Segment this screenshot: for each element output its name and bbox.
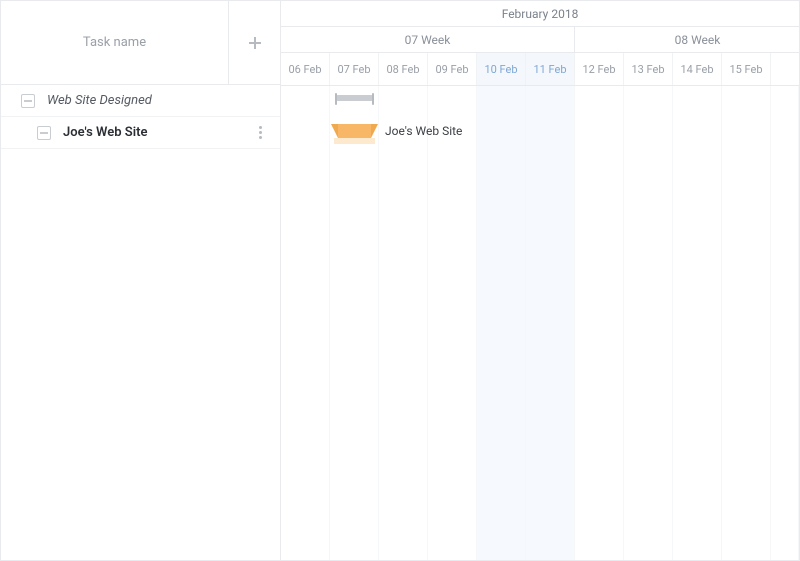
minus-icon	[40, 132, 48, 134]
timeline-day-cell: 14 Feb	[673, 53, 722, 85]
task-bar-body	[338, 124, 371, 138]
task-row-list: Web Site Designed Joe's Web Site	[1, 85, 280, 560]
timeline-grid	[281, 86, 799, 560]
timeline-grid-col	[281, 86, 330, 560]
timeline-day-cell: 15 Feb	[722, 53, 771, 85]
timeline-grid-col	[624, 86, 673, 560]
task-row[interactable]: Web Site Designed	[1, 85, 280, 117]
gantt-app: Task name Web Site Designed Joe's Web Si…	[0, 0, 800, 561]
collapse-toggle[interactable]	[21, 94, 35, 108]
timeline-week-cell: 07 Week	[281, 27, 575, 52]
timeline-grid-col	[477, 86, 526, 560]
timeline-day-cell: 13 Feb	[624, 53, 673, 85]
timeline-panel: February 2018 07 Week08 Week 06 Feb07 Fe…	[281, 1, 799, 560]
timeline-grid-col	[771, 86, 799, 560]
task-name-label: Joe's Web Site	[63, 125, 250, 140]
dots-vertical-icon	[259, 125, 262, 140]
add-task-button[interactable]	[228, 1, 280, 84]
timeline-grid-col	[428, 86, 477, 560]
timeline-month-label: February 2018	[281, 1, 799, 27]
gantt-rows: Joe's Web Site	[281, 86, 799, 150]
timeline-day-cell: 07 Feb	[330, 53, 379, 85]
minus-icon	[24, 100, 32, 102]
timeline-grid-col	[330, 86, 379, 560]
timeline-week-row: 07 Week08 Week	[281, 27, 799, 53]
task-row-menu-button[interactable]	[250, 125, 270, 140]
gantt-row: Joe's Web Site	[281, 118, 799, 150]
task-bar[interactable]: Joe's Web Site	[338, 124, 371, 144]
timeline-grid-col	[722, 86, 771, 560]
timeline-grid-col	[673, 86, 722, 560]
plus-icon	[247, 35, 263, 51]
timeline-day-cell: 08 Feb	[379, 53, 428, 85]
timeline-header: February 2018 07 Week08 Week 06 Feb07 Fe…	[281, 1, 799, 86]
collapse-toggle[interactable]	[37, 126, 51, 140]
timeline-body[interactable]: Joe's Web Site	[281, 86, 799, 560]
timeline-grid-col	[379, 86, 428, 560]
timeline-day-cell: 11 Feb	[526, 53, 575, 85]
task-bar-shadow	[334, 138, 375, 144]
timeline-grid-col	[575, 86, 624, 560]
task-bar-label: Joe's Web Site	[385, 124, 462, 138]
gantt-row	[281, 86, 799, 118]
sidebar-header: Task name	[1, 1, 280, 85]
timeline-grid-col	[526, 86, 575, 560]
summary-bar[interactable]	[336, 95, 373, 101]
timeline-day-row: 06 Feb07 Feb08 Feb09 Feb10 Feb11 Feb12 F…	[281, 53, 799, 85]
task-name-label: Web Site Designed	[47, 93, 270, 108]
timeline-day-cell: 09 Feb	[428, 53, 477, 85]
timeline-week-cell: 08 Week	[575, 27, 799, 52]
timeline-day-cell: 10 Feb	[477, 53, 526, 85]
timeline-day-cell: 06 Feb	[281, 53, 330, 85]
sidebar-header-label: Task name	[1, 1, 228, 84]
task-sidebar: Task name Web Site Designed Joe's Web Si…	[1, 1, 281, 560]
task-row[interactable]: Joe's Web Site	[1, 117, 280, 149]
timeline-day-cell: 12 Feb	[575, 53, 624, 85]
